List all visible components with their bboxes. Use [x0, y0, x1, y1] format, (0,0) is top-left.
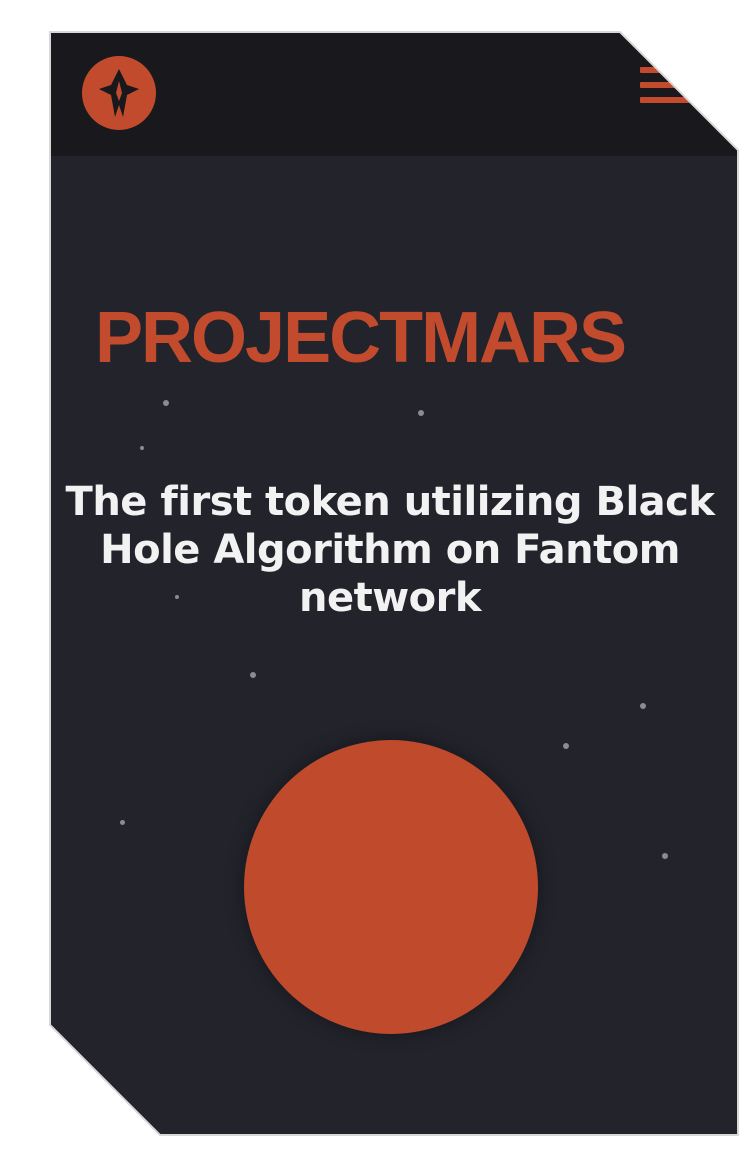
device-outline	[15, 6, 750, 1149]
phone-frame: PROJECTMARS The first token utilizing Bl…	[0, 0, 750, 1149]
